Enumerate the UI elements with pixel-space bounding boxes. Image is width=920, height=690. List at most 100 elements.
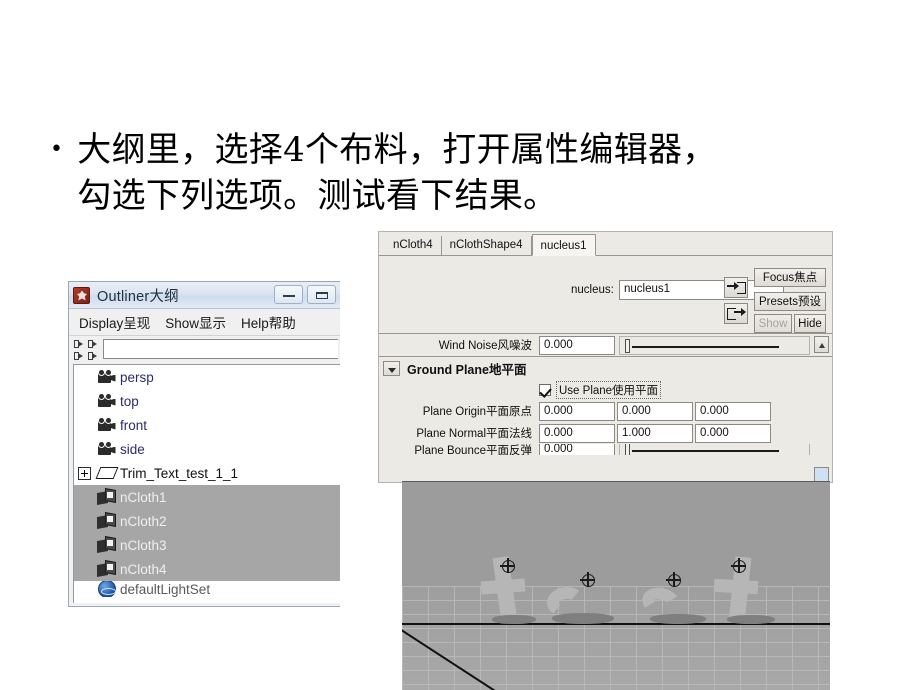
- camera-icon: [94, 440, 120, 457]
- scene-cloth-puddle: [650, 614, 706, 624]
- arrow-glyph: [734, 308, 746, 316]
- plane-normal-label: Plane Normal平面法线: [416, 428, 532, 440]
- scene-cloth-puddle: [552, 613, 614, 624]
- tab-nucleus1[interactable]: nucleus1: [531, 234, 596, 256]
- list-item-label: nCloth3: [120, 537, 167, 553]
- plane-bounce-slider[interactable]: [619, 444, 810, 455]
- list-item-label: front: [120, 417, 148, 433]
- list-item[interactable]: nCloth4: [74, 557, 340, 581]
- nav-prev-icon[interactable]: [73, 350, 86, 361]
- slider-handle[interactable]: [625, 444, 630, 455]
- scene-cloth-puddle: [727, 615, 775, 624]
- outliner-nav-icons[interactable]: [73, 338, 99, 360]
- expand-toggle-icon[interactable]: [78, 466, 91, 480]
- camera-icon: [94, 416, 120, 433]
- use-plane-checkbox[interactable]: [539, 383, 551, 396]
- maya-perspective-viewport[interactable]: [402, 481, 830, 690]
- box-glyph: [727, 308, 736, 320]
- chevron-down-icon[interactable]: [383, 360, 400, 376]
- list-item[interactable]: Trim_Text_test_1_1: [74, 461, 340, 485]
- list-item-label: side: [120, 441, 145, 457]
- pivot-marker: [580, 572, 595, 587]
- list-item[interactable]: defaultLightSet: [74, 581, 340, 597]
- ncloth-icon: [94, 487, 120, 506]
- tab-ncloth4[interactable]: nCloth4: [385, 236, 442, 255]
- outliner-window: Outliner大纲 Display呈现 Show显示 Help帮助 persp…: [68, 281, 340, 607]
- scene-cloth-puddle: [492, 615, 536, 624]
- outliner-toolbar: [69, 336, 340, 362]
- list-item[interactable]: front: [74, 413, 340, 437]
- wind-noise-slider[interactable]: [619, 335, 810, 355]
- list-item[interactable]: nCloth1: [74, 485, 340, 509]
- nav-last-icon[interactable]: [87, 350, 100, 361]
- plane-bounce-input[interactable]: 0.000: [539, 444, 615, 455]
- list-item[interactable]: persp: [74, 365, 340, 389]
- arrow-into-box-icon[interactable]: [724, 277, 748, 298]
- wind-noise-label: Wind Noise风噪波: [438, 340, 532, 352]
- maya-app-icon: [73, 286, 90, 304]
- box-glyph: [737, 282, 746, 294]
- attribute-editor-panel: nCloth4 nClothShape4 nucleus1 nucleus: n…: [378, 231, 833, 483]
- maximize-icon: [316, 292, 328, 299]
- viewport-background: [402, 482, 830, 586]
- plane-normal-z[interactable]: 0.000: [695, 423, 771, 443]
- slider-line: [632, 345, 779, 348]
- list-item[interactable]: nCloth2: [74, 509, 340, 533]
- minimize-icon: [283, 295, 295, 297]
- list-item[interactable]: side: [74, 437, 340, 461]
- bullet-line-2: 勾选下列选项。测试看下结果。: [77, 176, 558, 217]
- plane-origin-z[interactable]: 0.000: [695, 401, 771, 421]
- focus-button[interactable]: Focus焦点: [754, 268, 826, 287]
- camera-icon: [94, 368, 120, 385]
- list-item-label: nCloth2: [120, 513, 167, 529]
- use-plane-label: Use Plane使用平面: [556, 380, 662, 399]
- plane-origin-row: Plane Origin平面原点 0.000 0.000 0.000: [379, 400, 832, 422]
- nav-first-icon[interactable]: [73, 338, 86, 349]
- light-set-icon: [94, 581, 120, 597]
- tab-nclothshape4[interactable]: nClothShape4: [441, 236, 532, 255]
- list-item-label: Trim_Text_test_1_1: [120, 465, 239, 481]
- hide-button[interactable]: Hide: [794, 314, 826, 333]
- outliner-item-list[interactable]: persp top front side Trim_Text_test_1_1 …: [73, 364, 340, 603]
- list-item[interactable]: top: [74, 389, 340, 413]
- scroll-up-button[interactable]: [814, 336, 829, 353]
- attribute-editor-header: nucleus: nucleus1 Focus焦点 Presets预设 Show…: [379, 256, 832, 334]
- wind-noise-input[interactable]: 0.000: [539, 335, 615, 355]
- plane-origin-label: Plane Origin平面原点: [422, 406, 532, 418]
- bullet-body: 大纲里，选择4个布料，打开属性编辑器， 勾选下列选项。测试看下结果。: [77, 128, 880, 218]
- outliner-filter-input[interactable]: [103, 339, 338, 359]
- scroll-down-button[interactable]: [814, 467, 829, 482]
- ground-plane-section-header[interactable]: Ground Plane地平面: [379, 356, 832, 379]
- arrow-out-of-box-icon[interactable]: [724, 303, 748, 324]
- list-item-label: defaultLightSet: [120, 581, 211, 597]
- plane-normal-y[interactable]: 1.000: [617, 423, 693, 443]
- use-plane-row: Use Plane使用平面: [379, 379, 832, 400]
- plane-bounce-row: Plane Bounce平面反弹 0.000: [379, 444, 832, 455]
- menu-display[interactable]: Display呈现: [78, 310, 151, 334]
- menu-help[interactable]: Help帮助: [240, 310, 297, 334]
- presets-button[interactable]: Presets预设: [754, 292, 826, 311]
- plane-normal-row: Plane Normal平面法线 0.000 1.000 0.000: [379, 422, 832, 444]
- pivot-marker: [666, 572, 681, 587]
- nurbs-surface-icon: [94, 467, 120, 479]
- list-item-label: nCloth4: [120, 561, 167, 577]
- scene-letter-t2-bar: [713, 578, 759, 595]
- maximize-button[interactable]: [307, 285, 336, 304]
- plane-normal-x[interactable]: 0.000: [539, 423, 615, 443]
- attribute-editor-tabs: nCloth4 nClothShape4 nucleus1: [379, 232, 832, 256]
- bullet-line-1: 大纲里，选择4个布料，打开属性编辑器，: [77, 130, 717, 170]
- minimize-button[interactable]: [274, 285, 303, 304]
- list-item[interactable]: nCloth3: [74, 533, 340, 557]
- list-item-label: nCloth1: [120, 489, 167, 505]
- menu-show[interactable]: Show显示: [164, 310, 227, 334]
- list-item-label: top: [120, 393, 139, 409]
- outliner-window-title: Outliner大纲: [97, 288, 179, 305]
- pivot-marker: [500, 558, 515, 573]
- ncloth-icon: [94, 535, 120, 554]
- show-button[interactable]: Show: [754, 314, 792, 333]
- outliner-titlebar[interactable]: Outliner大纲: [69, 282, 340, 309]
- slider-handle[interactable]: [625, 338, 630, 353]
- plane-origin-y[interactable]: 0.000: [617, 401, 693, 421]
- nav-next-icon[interactable]: [87, 338, 100, 349]
- plane-origin-x[interactable]: 0.000: [539, 401, 615, 421]
